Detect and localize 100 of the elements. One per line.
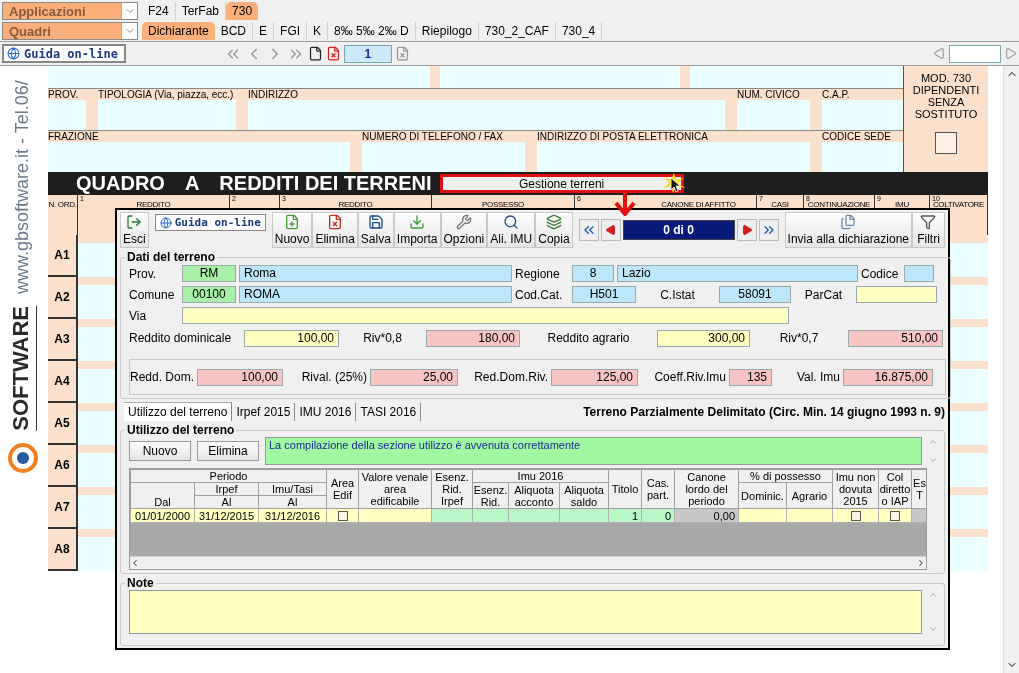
amount-field[interactable]: 510,00 bbox=[848, 329, 943, 347]
field-label: INDIRIZZO bbox=[248, 89, 299, 100]
column-header: POSSESSO bbox=[481, 201, 525, 209]
form-field[interactable] bbox=[98, 100, 236, 130]
scroll-left-icon[interactable] bbox=[130, 558, 140, 568]
field-label: Comune bbox=[129, 287, 176, 302]
next-icon[interactable] bbox=[1004, 47, 1017, 60]
delete-page-icon[interactable] bbox=[325, 46, 341, 61]
options-button[interactable]: Opzioni bbox=[440, 212, 488, 248]
next-record-button[interactable] bbox=[736, 219, 757, 241]
section-tab[interactable]: E bbox=[253, 22, 275, 40]
land-management-button[interactable]: Gestione terreni bbox=[439, 174, 684, 193]
scroll-up-icon[interactable] bbox=[928, 437, 938, 447]
new-row-button[interactable]: Nuovo bbox=[129, 441, 191, 461]
new-icon bbox=[284, 214, 301, 230]
checkbox[interactable] bbox=[890, 510, 900, 521]
tab[interactable]: TASI 2016 bbox=[356, 403, 422, 421]
form-field[interactable] bbox=[737, 100, 810, 130]
scroll-down-icon[interactable] bbox=[928, 455, 938, 465]
province-code-field[interactable]: RM bbox=[182, 265, 236, 282]
module-tab[interactable]: 730 bbox=[226, 2, 259, 20]
form-field[interactable] bbox=[537, 142, 810, 172]
region-code-field[interactable]: 8 bbox=[572, 265, 614, 282]
tab[interactable]: IMU 2016 bbox=[295, 403, 357, 421]
delete-button[interactable]: Elimina bbox=[312, 212, 358, 248]
checkbox[interactable] bbox=[337, 510, 348, 521]
amount-field: 135 bbox=[729, 368, 772, 386]
scroll-up-icon[interactable] bbox=[928, 590, 938, 600]
street-field[interactable] bbox=[182, 307, 789, 324]
section-tab[interactable]: Riepilogo bbox=[415, 22, 479, 40]
new-page-icon[interactable] bbox=[307, 46, 323, 61]
form-field[interactable] bbox=[48, 66, 430, 88]
delete-row-button[interactable]: Elimina bbox=[197, 441, 259, 461]
send-button[interactable]: Invia alla dichiarazione bbox=[784, 212, 912, 248]
section-tab[interactable]: 730_4 bbox=[555, 22, 603, 40]
help-button[interactable]: Guida on-line bbox=[154, 214, 266, 231]
logo-icon bbox=[7, 442, 38, 473]
section-tab[interactable]: K bbox=[307, 22, 329, 40]
form-field[interactable] bbox=[690, 66, 903, 88]
module-tab[interactable]: F24 bbox=[142, 2, 176, 20]
scrollbar[interactable] bbox=[1003, 66, 1019, 673]
options-icon bbox=[455, 214, 472, 230]
amount-field[interactable]: 300,00 bbox=[657, 329, 750, 347]
form-field[interactable] bbox=[248, 100, 725, 130]
municipality-name-field[interactable]: ROMA bbox=[239, 286, 512, 303]
form-field[interactable] bbox=[48, 142, 350, 172]
scroll-down-icon[interactable] bbox=[928, 624, 938, 634]
cadastral-code-field[interactable]: H501 bbox=[572, 286, 636, 303]
checkbox[interactable] bbox=[935, 132, 957, 154]
amount-field: 100,00 bbox=[197, 368, 283, 386]
group-title: Note bbox=[126, 576, 155, 590]
copy-button[interactable]: Copia bbox=[535, 212, 573, 248]
form-field[interactable] bbox=[362, 142, 525, 172]
section-tab[interactable]: BCD bbox=[214, 22, 254, 40]
scrollbar[interactable] bbox=[130, 556, 926, 569]
province-name-field[interactable]: Roma bbox=[239, 265, 512, 282]
section-tab[interactable]: 730_2_CAF bbox=[478, 22, 556, 40]
amount-field[interactable]: 180,00 bbox=[426, 329, 520, 347]
previous-icon[interactable] bbox=[933, 47, 946, 60]
column-header: CONTINUAZIONE bbox=[807, 201, 871, 209]
tab[interactable]: Irpef 2015 bbox=[232, 403, 296, 421]
save-button[interactable]: Salva bbox=[357, 212, 394, 248]
first-record-button[interactable] bbox=[578, 219, 599, 241]
column-header: Dal bbox=[130, 482, 195, 509]
parcat-field[interactable] bbox=[856, 286, 937, 303]
new-button[interactable]: Nuovo bbox=[271, 212, 313, 248]
rates-button[interactable]: Ali. IMU bbox=[487, 212, 536, 248]
previous-record-button[interactable] bbox=[600, 219, 621, 241]
dropdown-icon bbox=[121, 3, 137, 19]
form-field[interactable] bbox=[822, 100, 903, 130]
form-field[interactable] bbox=[48, 100, 86, 130]
page-icon[interactable] bbox=[394, 46, 410, 61]
tab[interactable]: Utilizzo del terreno bbox=[124, 402, 233, 421]
exit-icon bbox=[126, 214, 143, 230]
amount-field[interactable]: 100,00 bbox=[244, 329, 339, 347]
last-record-button[interactable] bbox=[758, 219, 779, 241]
istat-code-field[interactable]: 58091 bbox=[719, 286, 791, 303]
form-field[interactable] bbox=[440, 66, 680, 88]
municipality-code-field[interactable]: 00100 bbox=[182, 286, 236, 303]
save-icon bbox=[367, 214, 384, 230]
checkbox[interactable] bbox=[850, 510, 861, 521]
page-number-field[interactable]: 1 bbox=[343, 44, 392, 63]
code-field[interactable] bbox=[904, 265, 934, 282]
field-label: Coeff.Riv.Imu bbox=[653, 370, 727, 384]
scroll-right-icon[interactable] bbox=[916, 558, 926, 568]
field-label: FRAZIONE bbox=[48, 131, 100, 142]
import-button[interactable]: Importa bbox=[393, 212, 441, 248]
exit-button[interactable]: Esci bbox=[120, 212, 149, 248]
help-button[interactable]: Guida on-line bbox=[2, 44, 126, 63]
column-group-header: Periodo bbox=[130, 469, 327, 483]
filter-button[interactable]: Filtri bbox=[912, 212, 945, 248]
field-label: Redd. Dom. bbox=[130, 370, 196, 384]
notes-field[interactable] bbox=[129, 590, 922, 634]
search-field[interactable] bbox=[949, 44, 1001, 63]
section-tab[interactable]: Dichiarante bbox=[142, 22, 215, 40]
form-field[interactable] bbox=[822, 142, 903, 172]
filter-icon bbox=[920, 214, 937, 230]
section-tab[interactable]: FGI bbox=[274, 22, 308, 40]
section-tab[interactable]: 8‰ 5‰ 2‰ D bbox=[328, 22, 416, 40]
region-name-field[interactable]: Lazio bbox=[617, 265, 858, 282]
